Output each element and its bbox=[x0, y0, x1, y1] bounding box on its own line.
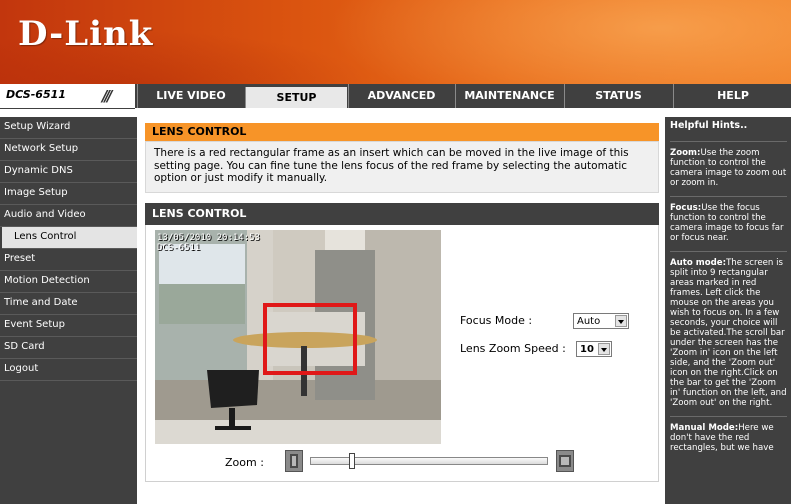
banner-decoration bbox=[300, 0, 791, 84]
section-description: There is a red rectangular frame as an i… bbox=[145, 141, 659, 193]
sidebar-item-network-setup[interactable]: Network Setup bbox=[0, 139, 137, 161]
chevron-down-icon[interactable] bbox=[598, 342, 610, 355]
sidebar-item-logout[interactable]: Logout bbox=[0, 359, 137, 381]
sidebar-item-audio-video[interactable]: Audio and Video bbox=[0, 205, 137, 227]
tab-setup[interactable]: SETUP bbox=[245, 87, 347, 108]
video-overlay-text: 13/05/2010 20:14:53 DCS-6511 bbox=[157, 233, 260, 253]
lens-zoom-speed-value: 10 bbox=[580, 343, 594, 355]
hint-manual-mode: Manual Mode:Here we don't have the red r… bbox=[670, 416, 787, 453]
sidebar-item-lens-control[interactable]: Lens Control bbox=[2, 227, 137, 249]
hint-auto-text: The screen is split into 9 rectangular a… bbox=[670, 258, 787, 408]
zoom-in-icon[interactable] bbox=[285, 449, 303, 472]
helpful-hints-panel: Helpful Hints.. Zoom:Use the zoom functi… bbox=[665, 117, 791, 504]
sidebar-item-time-date[interactable]: Time and Date bbox=[0, 293, 137, 315]
hint-manual-head: Manual Mode: bbox=[670, 423, 739, 433]
hint-focus-head: Focus: bbox=[670, 203, 702, 213]
header-banner: D-Link bbox=[0, 0, 791, 84]
sidebar-item-image-setup[interactable]: Image Setup bbox=[0, 183, 137, 205]
tab-maintenance[interactable]: MAINTENANCE bbox=[455, 84, 563, 108]
video-timestamp: 13/05/2010 20:14:53 bbox=[157, 232, 260, 243]
hint-zoom-head: Zoom: bbox=[670, 148, 701, 158]
tab-status[interactable]: STATUS bbox=[564, 84, 672, 108]
video-camera-label: DCS-6511 bbox=[157, 242, 201, 253]
hint-zoom: Zoom:Use the zoom function to control th… bbox=[670, 141, 787, 188]
model-name: DCS-6511 bbox=[6, 88, 66, 101]
sidebar-item-sd-card[interactable]: SD Card bbox=[0, 337, 137, 359]
chevron-down-icon[interactable] bbox=[615, 314, 627, 327]
lens-zoom-speed-select[interactable]: 10 bbox=[576, 340, 612, 357]
sidebar-item-dynamic-dns[interactable]: Dynamic DNS bbox=[0, 161, 137, 183]
lens-zoom-speed-label: Lens Zoom Speed : bbox=[460, 341, 566, 355]
hint-focus: Focus:Use the focus function to control … bbox=[670, 196, 787, 243]
hint-auto-mode: Auto mode:The screen is split into 9 rec… bbox=[670, 251, 787, 408]
model-slash-decoration: /// bbox=[102, 87, 113, 105]
zoom-label: Zoom : bbox=[225, 455, 264, 469]
panel-title: LENS CONTROL bbox=[145, 202, 659, 225]
live-video-view[interactable]: 13/05/2010 20:14:53 DCS-6511 bbox=[155, 229, 441, 444]
sidebar-item-setup-wizard[interactable]: Setup Wizard bbox=[0, 117, 137, 139]
zoom-slider-thumb[interactable] bbox=[349, 452, 356, 469]
model-box: DCS-6511 /// bbox=[0, 84, 135, 109]
focus-mode-value: Auto bbox=[577, 315, 601, 327]
lens-control-panel: 13/05/2010 20:14:53 DCS-6511 Focus Mode … bbox=[145, 224, 659, 482]
tab-live-video[interactable]: LIVE VIDEO bbox=[137, 84, 244, 108]
section-title: LENS CONTROL bbox=[145, 123, 659, 141]
focus-mode-label: Focus Mode : bbox=[460, 313, 533, 327]
sidebar: Setup Wizard Network Setup Dynamic DNS I… bbox=[0, 117, 137, 504]
main-content: LENS CONTROL There is a red rectangular … bbox=[145, 117, 659, 482]
top-nav: DCS-6511 /// LIVE VIDEO SETUP ADVANCED M… bbox=[0, 84, 791, 109]
hint-auto-head: Auto mode: bbox=[670, 258, 727, 268]
sidebar-item-motion-detection[interactable]: Motion Detection bbox=[0, 271, 137, 293]
tab-advanced[interactable]: ADVANCED bbox=[348, 84, 454, 108]
zoom-slider-track[interactable] bbox=[310, 456, 548, 465]
tab-help[interactable]: HELP bbox=[673, 84, 791, 108]
focus-frame[interactable] bbox=[263, 302, 357, 375]
hints-title: Helpful Hints.. bbox=[670, 120, 748, 131]
sidebar-item-event-setup[interactable]: Event Setup bbox=[0, 315, 137, 337]
sidebar-item-preset[interactable]: Preset bbox=[0, 249, 137, 271]
dlink-logo: D-Link bbox=[18, 14, 154, 54]
zoom-out-icon[interactable] bbox=[556, 449, 574, 472]
focus-mode-select[interactable]: Auto bbox=[573, 312, 629, 329]
